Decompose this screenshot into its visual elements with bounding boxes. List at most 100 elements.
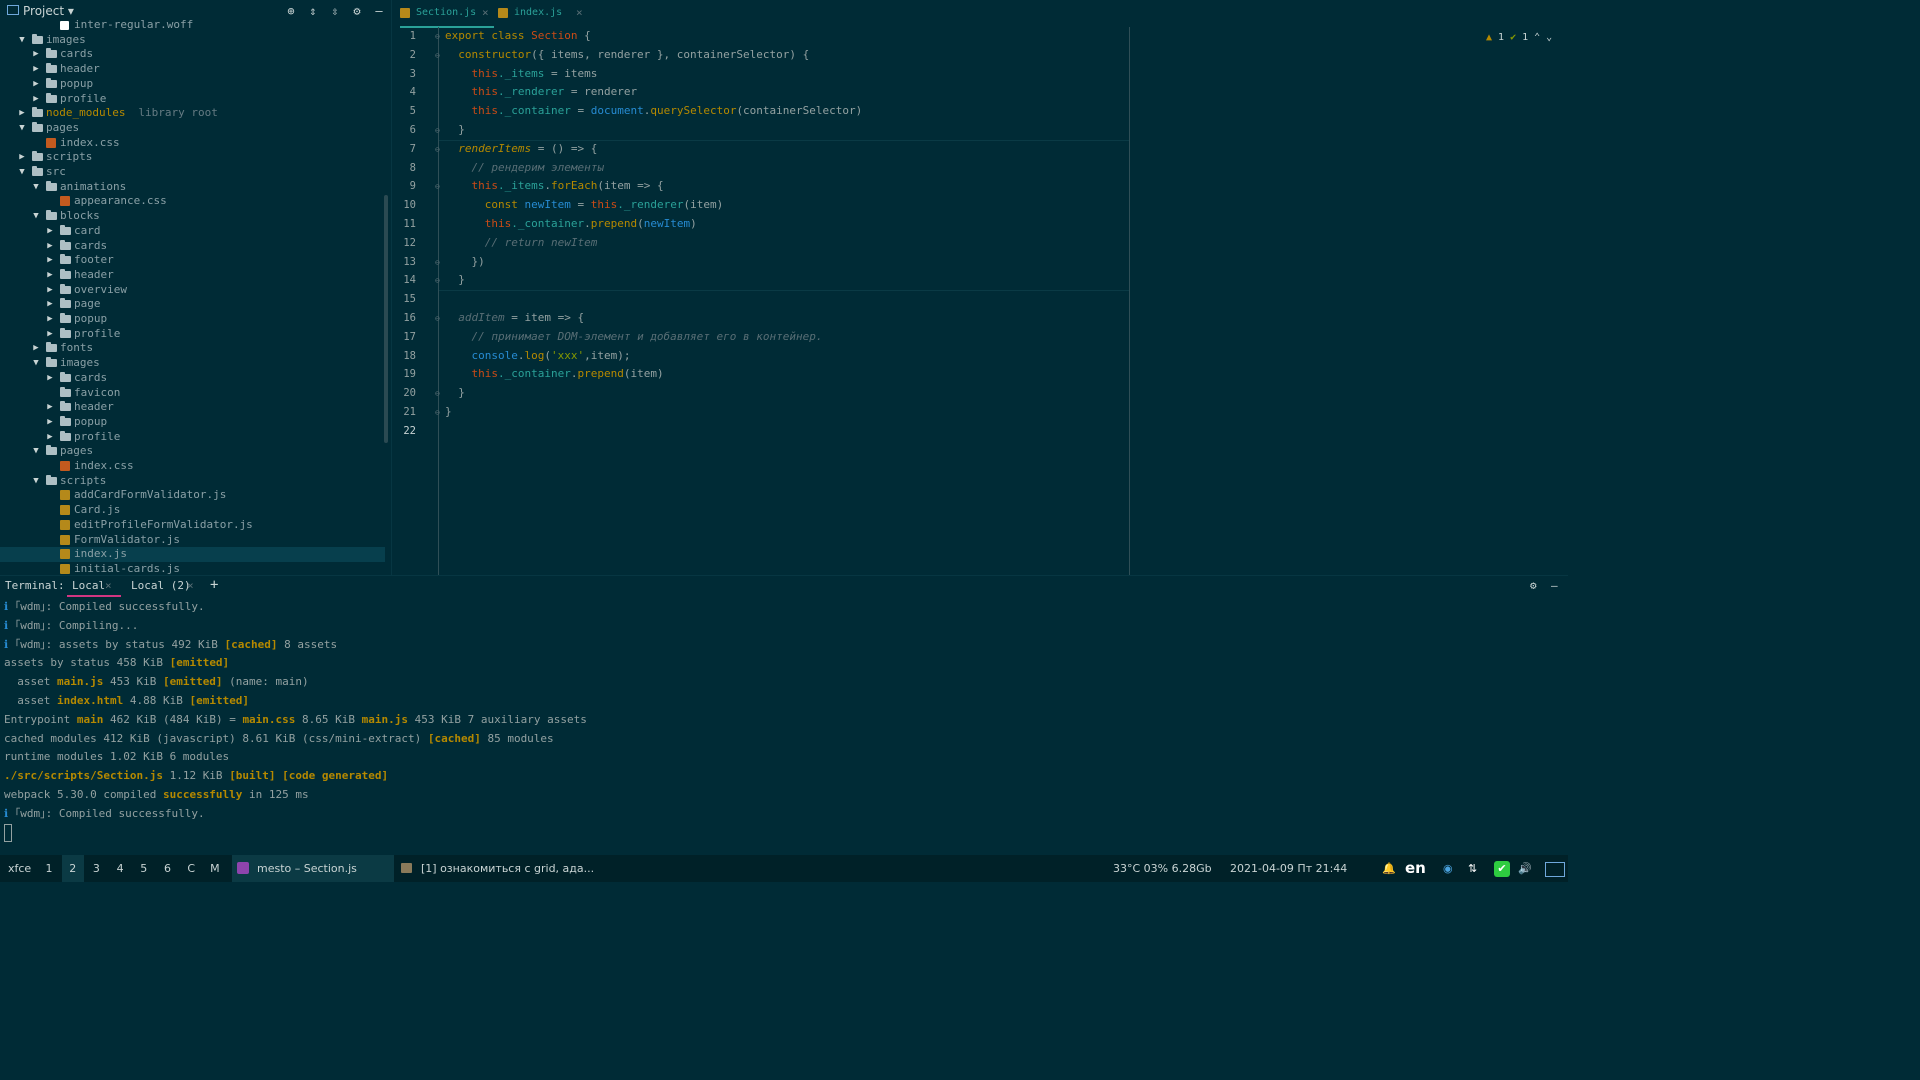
- chevron-up-icon[interactable]: ⌃: [1534, 32, 1540, 43]
- tab-terminal-local-2[interactable]: Local (2) ×: [131, 579, 201, 595]
- chevron-down-icon[interactable]: ▼: [17, 165, 27, 180]
- chevron-down-icon[interactable]: ▼: [31, 474, 41, 489]
- chevron-right-icon[interactable]: ▶: [45, 312, 55, 327]
- clock[interactable]: 2021-04-09 Пт 21:44: [1230, 855, 1347, 882]
- locate-icon[interactable]: ⊕: [283, 3, 299, 19]
- collapse-all-icon[interactable]: ⇳: [327, 3, 343, 19]
- chevron-down-icon[interactable]: ▼: [31, 180, 41, 195]
- tree-item[interactable]: ▶ cards: [0, 239, 385, 254]
- hide-icon[interactable]: —: [1551, 579, 1558, 595]
- chevron-right-icon[interactable]: ▶: [45, 327, 55, 342]
- inspection-widget[interactable]: ▲ 1 ✔ 1 ⌃ ⌄: [1486, 30, 1552, 44]
- tree-item[interactable]: index.js: [0, 547, 385, 562]
- tree-item[interactable]: ▶ popup: [0, 312, 385, 327]
- close-icon[interactable]: ×: [187, 579, 194, 592]
- chevron-right-icon[interactable]: ▶: [31, 47, 41, 62]
- tab-index-js[interactable]: index.js ×: [496, 0, 586, 26]
- transfer-arrows-icon[interactable]: ⇅: [1468, 855, 1477, 882]
- fold-icon[interactable]: ⊖: [435, 389, 443, 398]
- tree-item[interactable]: addCardFormValidator.js: [0, 488, 385, 503]
- chevron-down-icon[interactable]: ▼: [17, 33, 27, 48]
- fold-icon[interactable]: ⊖: [435, 32, 443, 41]
- window-button-mesto[interactable]: mesto – Section.js: [232, 855, 394, 882]
- chevron-down-icon[interactable]: ▼: [17, 121, 27, 136]
- tree-item[interactable]: inter-regular.woff: [0, 18, 385, 33]
- tree-item[interactable]: ▼ scripts: [0, 474, 385, 489]
- tree-item[interactable]: ▼ pages: [0, 121, 385, 136]
- tree-item[interactable]: ▶ node_modules library root: [0, 106, 385, 121]
- fold-icon[interactable]: ⊖: [435, 182, 443, 191]
- tree-item[interactable]: ▶ fonts: [0, 341, 385, 356]
- chevron-right-icon[interactable]: ▶: [31, 341, 41, 356]
- close-icon[interactable]: ×: [105, 579, 112, 592]
- chevron-right-icon[interactable]: ▶: [31, 77, 41, 92]
- network-globe-icon[interactable]: ◉: [1443, 855, 1453, 882]
- tree-item[interactable]: ▶ card: [0, 224, 385, 239]
- tree-item[interactable]: ▶ scripts: [0, 150, 385, 165]
- add-terminal-button[interactable]: +: [210, 577, 218, 593]
- workspace-button[interactable]: 3: [85, 855, 107, 882]
- project-dropdown[interactable]: Project ▾: [7, 4, 74, 18]
- tree-item[interactable]: ▼ src: [0, 165, 385, 180]
- chevron-right-icon[interactable]: ▶: [45, 239, 55, 254]
- xfce-menu-button[interactable]: xfce: [8, 861, 31, 877]
- tree-item[interactable]: initial-cards.js: [0, 562, 385, 575]
- fold-icon[interactable]: ⊖: [435, 258, 443, 267]
- terminal-output[interactable]: ℹ ｢wdm｣: Compiled successfully. ℹ ｢wdm｣: …: [0, 598, 1568, 854]
- workspace-button[interactable]: 5: [133, 855, 155, 882]
- tree-item[interactable]: ▶ popup: [0, 415, 385, 430]
- workspace-button[interactable]: 2: [61, 855, 84, 882]
- chevron-right-icon[interactable]: ▶: [31, 62, 41, 77]
- chevron-right-icon[interactable]: ▶: [45, 283, 55, 298]
- chevron-right-icon[interactable]: ▶: [45, 224, 55, 239]
- chevron-right-icon[interactable]: ▶: [45, 415, 55, 430]
- workspace-button[interactable]: 4: [109, 855, 131, 882]
- expand-all-icon[interactable]: ⇕: [305, 3, 321, 19]
- tab-terminal-local[interactable]: Local ×: [67, 579, 121, 597]
- chevron-right-icon[interactable]: ▶: [45, 430, 55, 445]
- gear-icon[interactable]: ⚙: [349, 3, 365, 19]
- chevron-down-icon[interactable]: ▼: [31, 356, 41, 371]
- tree-item[interactable]: ▶ header: [0, 62, 385, 77]
- tree-item[interactable]: index.css: [0, 459, 385, 474]
- workspace-button[interactable]: M: [204, 855, 226, 882]
- chevron-right-icon[interactable]: ▶: [17, 106, 27, 121]
- tree-item[interactable]: ▶ cards: [0, 371, 385, 386]
- fold-icon[interactable]: ⊖: [435, 126, 443, 135]
- tree-item[interactable]: editProfileFormValidator.js: [0, 518, 385, 533]
- chevron-right-icon[interactable]: ▶: [45, 371, 55, 386]
- chevron-right-icon[interactable]: ▶: [45, 297, 55, 312]
- chevron-down-icon[interactable]: ⌄: [1546, 32, 1552, 43]
- chevron-down-icon[interactable]: ▼: [31, 444, 41, 459]
- close-icon[interactable]: ×: [576, 0, 583, 26]
- keyboard-layout[interactable]: en: [1405, 855, 1426, 882]
- tree-scrollbar[interactable]: [384, 195, 388, 443]
- chevron-right-icon[interactable]: ▶: [45, 400, 55, 415]
- tree-item[interactable]: FormValidator.js: [0, 533, 385, 548]
- gear-icon[interactable]: ⚙: [1530, 579, 1537, 595]
- workspace-button[interactable]: 1: [38, 855, 60, 882]
- hide-icon[interactable]: —: [371, 3, 387, 19]
- workspace-button[interactable]: 6: [157, 855, 179, 882]
- tree-item[interactable]: ▼ images: [0, 33, 385, 48]
- tree-item[interactable]: ▼ pages: [0, 444, 385, 459]
- updates-check-icon[interactable]: ✔: [1494, 855, 1510, 882]
- tree-item[interactable]: ▶ header: [0, 400, 385, 415]
- chevron-right-icon[interactable]: ▶: [45, 253, 55, 268]
- fold-icon[interactable]: ⊖: [435, 145, 443, 154]
- chevron-down-icon[interactable]: ▼: [31, 209, 41, 224]
- tree-item[interactable]: Card.js: [0, 503, 385, 518]
- tree-item[interactable]: ▶ cards: [0, 47, 385, 62]
- tree-item[interactable]: ▶ profile: [0, 430, 385, 445]
- fold-icon[interactable]: ⊖: [435, 51, 443, 60]
- workspace-button[interactable]: C: [180, 855, 202, 882]
- volume-icon[interactable]: 🔊: [1518, 855, 1532, 882]
- chevron-right-icon[interactable]: ▶: [31, 92, 41, 107]
- show-desktop-icon[interactable]: [1545, 855, 1565, 882]
- fold-icon[interactable]: ⊖: [435, 276, 443, 285]
- tab-section-js[interactable]: Section.js ×: [400, 0, 494, 28]
- fold-icon[interactable]: ⊖: [435, 408, 443, 417]
- tree-item[interactable]: ▼ images: [0, 356, 385, 371]
- chevron-right-icon[interactable]: ▶: [17, 150, 27, 165]
- tree-item[interactable]: ▼ animations: [0, 180, 385, 195]
